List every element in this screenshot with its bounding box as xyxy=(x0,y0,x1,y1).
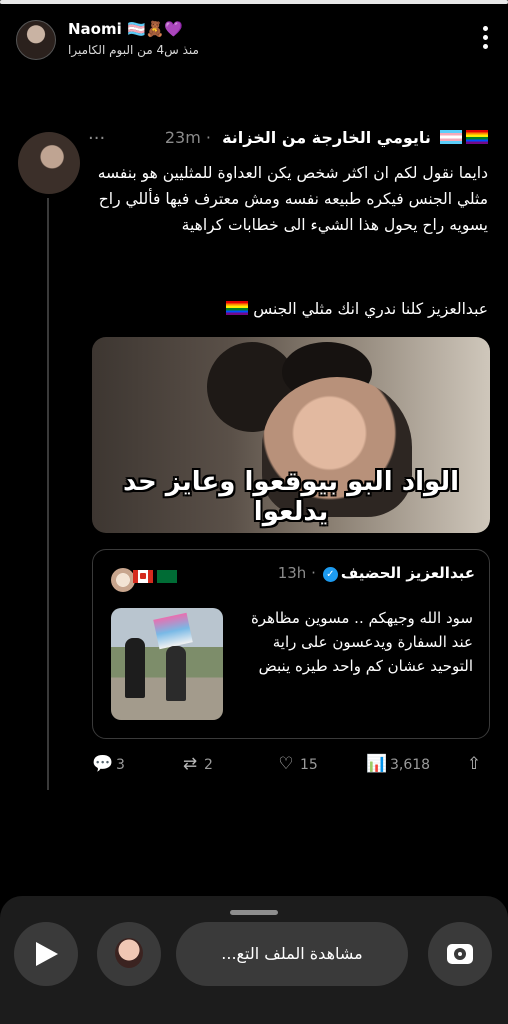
retweet-count: 2 xyxy=(204,757,213,773)
reply-action: 💬 3 xyxy=(92,752,125,776)
trans-flag-icon xyxy=(440,130,462,144)
story-username[interactable]: Naomi 🏳️‍⚧️🧸💜 xyxy=(68,20,183,38)
canada-flag-icon xyxy=(133,570,153,583)
story-progress-fill xyxy=(0,0,508,4)
avatar-icon xyxy=(115,938,143,968)
quote-image xyxy=(111,608,223,720)
views-action: 📊 3,618 xyxy=(366,752,430,776)
reply-count: 3 xyxy=(116,757,125,773)
story-header: Naomi 🏳️‍⚧️🧸💜 منذ س4 من البوم الكاميرا xyxy=(0,12,508,68)
image-caption: الواد البو بيوقعوا وعايز حد يدلعوا xyxy=(123,467,459,527)
story-progress-bar xyxy=(0,0,508,4)
retweet-icon: ⇄ xyxy=(182,754,198,774)
send-button[interactable] xyxy=(14,922,78,986)
share-icon: ⇧ xyxy=(466,754,482,774)
verified-badge-icon: ✓ xyxy=(322,567,338,582)
views-count: 3,618 xyxy=(390,757,431,773)
quote-avatar xyxy=(111,568,135,592)
tweet-header: نايومي الخارجة من الخزانة · 23m ··· xyxy=(88,128,488,152)
tweet-image: الواد البو بيوقعوا وعايز حد يدلعوا xyxy=(92,337,490,533)
views-icon: 📊 xyxy=(366,754,388,774)
share-action: ⇧ xyxy=(464,752,488,776)
send-icon xyxy=(36,942,58,966)
thread-line xyxy=(47,198,49,790)
camera-button[interactable] xyxy=(428,922,492,986)
story-avatar[interactable] xyxy=(16,20,56,60)
quote-time: · 13h xyxy=(277,564,316,582)
camera-lens-dot xyxy=(458,952,462,956)
quote-display-name: عبدالعزيز الحضيف xyxy=(340,564,475,582)
tweet-time: · 23m xyxy=(164,128,211,147)
reply-avatar-button[interactable] xyxy=(97,922,161,986)
story-subtitle: منذ س4 من البوم الكاميرا xyxy=(68,43,199,57)
quote-text: سود الله وجيهكم .. مسوين مظاهرة عند السف… xyxy=(250,609,473,675)
tweet-body: دايما نقول لكم ان اكثر شخص يكن العداوة ل… xyxy=(97,164,488,234)
rainbow-flag-icon xyxy=(466,130,488,144)
tweet-actions: 💬 3 ⇄ 2 ♡ 15 📊 3,618 ⇧ xyxy=(92,752,490,776)
rainbow-flag-icon xyxy=(226,301,249,315)
like-action: ♡ 15 xyxy=(276,752,318,776)
quoted-tweet: عبدالعزيز الحضيف✓ · 13h سود الله وجيهكم .… xyxy=(92,549,490,739)
tweet-display-name: نايومي الخارجة من الخزانة xyxy=(222,128,431,147)
tweet-body2-text: عبدالعزيز كلنا ندري انك مثلي الجنس xyxy=(253,300,488,318)
more-options-icon[interactable] xyxy=(478,26,492,52)
like-count: 15 xyxy=(300,757,318,773)
saudi-flag-icon xyxy=(157,570,177,583)
quote-header: عبدالعزيز الحضيف✓ · 13h xyxy=(278,564,475,582)
story-username-text: Naomi xyxy=(68,20,122,38)
sheet-handle[interactable] xyxy=(230,910,278,915)
story-name-emoji: 🏳️‍⚧️🧸💜 xyxy=(127,20,184,38)
tweet-avatar xyxy=(18,132,80,194)
tweet-more-icon: ··· xyxy=(88,128,106,149)
view-profile-button[interactable]: مشاهدة الملف التع... xyxy=(176,922,408,986)
retweet-action: ⇄ 2 xyxy=(180,752,213,776)
heart-icon: ♡ xyxy=(278,754,294,774)
reply-icon: 💬 xyxy=(92,754,114,774)
tweet-body-line2: عبدالعزيز كلنا ندري انك مثلي الجنس xyxy=(88,300,488,318)
